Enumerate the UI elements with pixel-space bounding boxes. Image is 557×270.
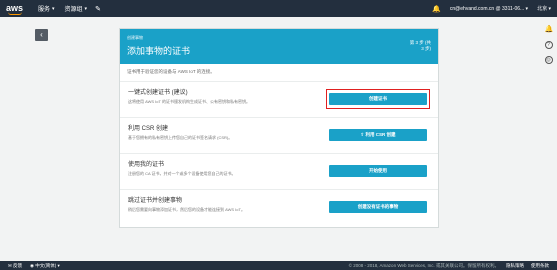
region-menu[interactable]: 北京 ▾	[537, 5, 551, 12]
pin-icon[interactable]: ✎	[95, 5, 101, 13]
option-csr: 利用 CSR 创建 基于您拥有的私有密钥上传您自己的证书签名请求 (CSR)。 …	[120, 118, 438, 154]
bell-icon[interactable]: 🔔	[432, 5, 441, 13]
page-title: 添加事物的证书	[127, 46, 191, 56]
get-started-button[interactable]: 开始使用	[329, 165, 427, 177]
intro-text: 证书用于验证您的设备与 AWS IoT 的连接。	[120, 64, 438, 82]
step-indicator: 第 3 步 (共 3 步)	[409, 40, 431, 51]
bell-icon[interactable]: 🔔	[545, 26, 554, 34]
account-menu[interactable]: cn@ehvand.com.cn @ 3311-06... ▾	[450, 6, 528, 12]
create-thing-without-cert-button[interactable]: 创建没有证书的事物	[329, 201, 427, 213]
feedback-link[interactable]: ✉ 反馈	[8, 263, 22, 269]
terms-link[interactable]: 使用条款	[531, 263, 549, 269]
top-nav: aws 服务 ▾ 资源组 ▾ ✎ 🔔 cn@ehvand.com.cn @ 3311…	[0, 0, 557, 17]
card-header: 创建事物 添加事物的证书 第 3 步 (共 3 步)	[120, 29, 438, 64]
option-own-cert: 使用我的证书 注册您的 CA 证书，并对一个或多个设备使用您自己的证书。 开始使…	[120, 154, 438, 190]
language-selector[interactable]: ◉ 中文(简体) ▾	[30, 263, 60, 269]
back-button[interactable]: ‹	[35, 29, 48, 41]
right-rail: 🔔 ? ◎	[543, 26, 554, 64]
certificate-card: 创建事物 添加事物的证书 第 3 步 (共 3 步) 证书用于验证您的设备与 A…	[119, 28, 439, 228]
help-icon[interactable]: ?	[544, 41, 553, 49]
option-skip: 跳过证书并创建事物 稍后您需要向事物添加证书，然后您的设备才能连接到 AWS I…	[120, 190, 438, 226]
aws-logo[interactable]: aws	[6, 4, 28, 15]
services-menu[interactable]: 服务 ▾	[38, 4, 55, 14]
copyright: © 2008 - 2018, Amazon Web Services, Inc.…	[348, 262, 499, 268]
create-certificate-button[interactable]: 创建证书	[329, 93, 427, 105]
breadcrumb: 创建事物	[127, 35, 143, 40]
globe-icon[interactable]: ◎	[544, 56, 553, 64]
create-with-csr-button[interactable]: ⇪ 利用 CSR 创建	[329, 129, 427, 141]
option-one-click: 一键式创建证书 (建议) 这将使用 AWS IoT 的证书颁发机构生成证书、公有…	[120, 82, 438, 118]
chevron-down-icon: ▾	[52, 5, 55, 12]
privacy-link[interactable]: 隐私策略	[506, 263, 524, 269]
chevron-down-icon: ▾	[84, 5, 88, 12]
resource-groups-menu[interactable]: 资源组 ▾	[65, 4, 88, 14]
footer: ✉ 反馈 ◉ 中文(简体) ▾ © 2008 - 2018, Amazon We…	[0, 261, 557, 270]
